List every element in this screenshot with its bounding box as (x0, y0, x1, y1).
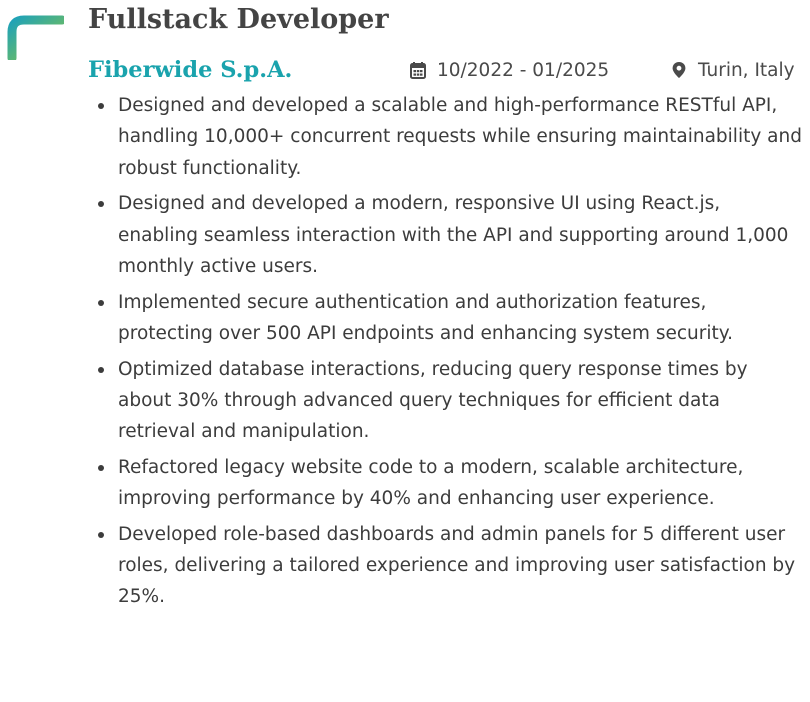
job-location-text: Turin, Italy (698, 59, 795, 81)
accent-corner-mark (7, 15, 64, 60)
list-item: Designed and developed a modern, respons… (96, 188, 802, 282)
job-location: Turin, Italy (670, 52, 795, 88)
bullet-point (98, 366, 104, 373)
employment-dates: 10/2022 - 01/2025 (409, 52, 609, 88)
list-item: Optimized database interactions, reducin… (96, 354, 802, 448)
list-item-text: Optimized database interactions, reducin… (118, 358, 748, 443)
list-item-text: Implemented secure authentication and au… (118, 291, 733, 344)
list-item: Implemented secure authentication and au… (96, 287, 802, 350)
list-item: Developed role-based dashboards and admi… (96, 519, 802, 613)
list-item-text: Designed and developed a scalable and hi… (118, 95, 802, 179)
employment-dates-text: 10/2022 - 01/2025 (437, 59, 610, 81)
list-item: Designed and developed a scalable and hi… (96, 90, 802, 184)
bullet-point (98, 201, 104, 208)
bullet-point (98, 531, 104, 538)
list-item-text: Developed role-based dashboards and admi… (118, 523, 796, 608)
bullet-point (98, 464, 104, 471)
bullet-point (98, 103, 104, 109)
calendar-icon (409, 61, 427, 79)
list-item: Refactored legacy website code to a mode… (96, 452, 802, 515)
job-title: Fullstack Developer (88, 4, 389, 35)
list-item-text: Refactored legacy website code to a mode… (118, 456, 744, 510)
bullet-point (98, 299, 104, 306)
map-marker-icon (670, 61, 688, 79)
experience-entry: Fullstack Developer Fiberwide S.p.A. 10/… (0, 0, 810, 702)
company-name: Fiberwide S.p.A. (88, 57, 293, 83)
list-item-text: Designed and developed a modern, respons… (118, 193, 789, 277)
achievement-list: Designed and developed a scalable and hi… (96, 90, 802, 617)
